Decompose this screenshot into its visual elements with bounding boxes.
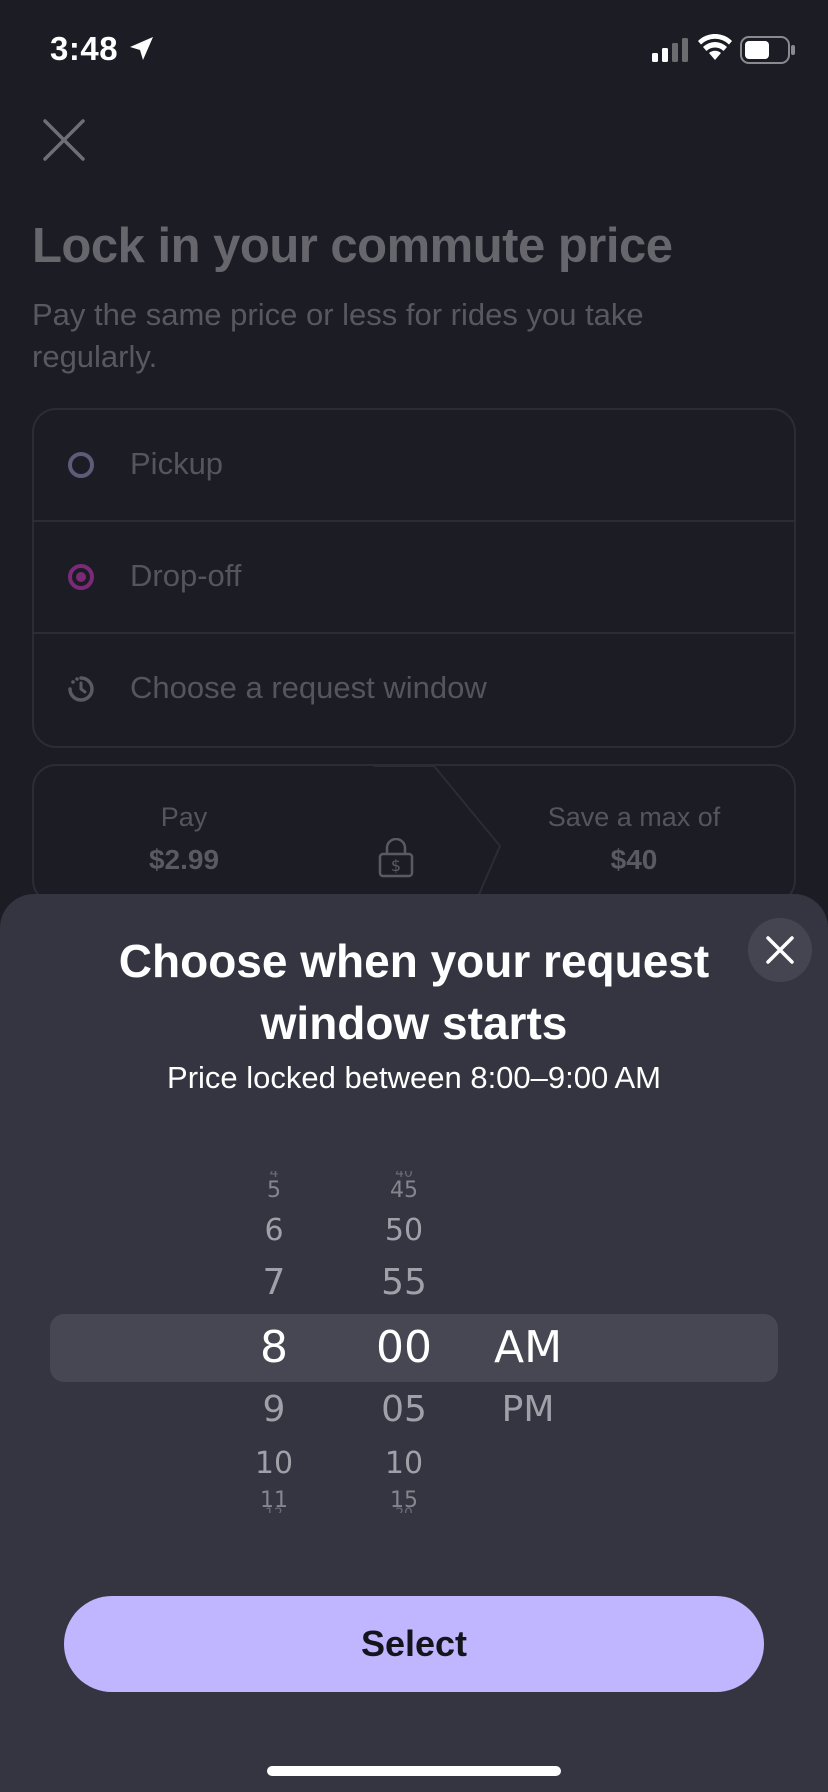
dropoff-label: Drop-off — [130, 558, 242, 593]
period-wheel-option[interactable]: PM — [468, 1392, 588, 1428]
arrow-divider — [374, 766, 502, 902]
hour-wheel-option[interactable]: 10 — [214, 1449, 334, 1479]
hour-wheel-option[interactable]: 9 — [214, 1392, 334, 1428]
home-indicator — [267, 1766, 561, 1776]
status-bar: 3:48 — [0, 0, 828, 100]
period-wheel-selected[interactable]: AM — [468, 1326, 588, 1370]
dropoff-dot-icon — [66, 562, 96, 592]
page-subtitle: Pay the same price or less for rides you… — [32, 297, 644, 374]
hour-wheel-option[interactable]: 4 — [214, 1171, 334, 1177]
minute-wheel-option[interactable]: 40 — [344, 1171, 464, 1177]
minute-wheel-option[interactable]: 45 — [344, 1180, 464, 1202]
hour-wheel-option[interactable]: 5 — [214, 1180, 334, 1202]
hour-wheel-option[interactable]: 6 — [214, 1216, 334, 1246]
save-label: Save a max of — [547, 802, 721, 832]
price-card: Pay $2.99 $ Save a max of $40 — [32, 764, 796, 904]
clock-icon — [66, 674, 96, 704]
signal-icon — [652, 38, 690, 67]
status-time: 3:48 — [50, 30, 119, 67]
close-icon[interactable] — [42, 118, 86, 162]
pickup-circle-icon — [66, 450, 96, 480]
battery-icon — [740, 36, 796, 69]
select-button[interactable]: Select — [64, 1596, 764, 1692]
wifi-icon — [698, 33, 732, 67]
hour-wheel-option[interactable]: 12 — [214, 1507, 334, 1513]
minute-wheel-option[interactable]: 55 — [344, 1265, 464, 1301]
minute-wheel-option[interactable]: 20 — [344, 1507, 464, 1513]
pickup-label: Pickup — [130, 446, 224, 481]
minute-wheel-option[interactable]: 10 — [344, 1449, 464, 1479]
pay-value: $2.99 — [148, 844, 220, 875]
minute-wheel-option[interactable]: 05 — [344, 1392, 464, 1428]
page-title: Lock in your commute price — [32, 219, 673, 273]
sheet-close-icon — [766, 936, 794, 964]
hour-wheel-option[interactable]: 7 — [214, 1265, 334, 1301]
lock-dollar-icon: $ — [378, 837, 414, 883]
svg-text:$: $ — [391, 856, 401, 875]
minute-wheel-selected[interactable]: 00 — [344, 1326, 464, 1370]
route-card: Pickup Drop-off Choose a request window — [32, 408, 796, 748]
hour-wheel-selected[interactable]: 8 — [214, 1326, 334, 1370]
request-window-label: Choose a request window — [130, 670, 487, 705]
sheet-title: Choose when your request window starts — [118, 935, 710, 1049]
save-value: $40 — [610, 844, 658, 875]
request-window-row[interactable]: Choose a request window — [34, 634, 794, 746]
dropoff-row[interactable]: Drop-off — [34, 522, 794, 634]
pickup-row[interactable]: Pickup — [34, 410, 794, 522]
sheet-subtitle: Price locked between 8:00–9:00 AM — [167, 1060, 661, 1095]
pay-label: Pay — [160, 802, 208, 832]
location-arrow-icon — [126, 34, 156, 69]
minute-wheel-option[interactable]: 50 — [344, 1216, 464, 1246]
